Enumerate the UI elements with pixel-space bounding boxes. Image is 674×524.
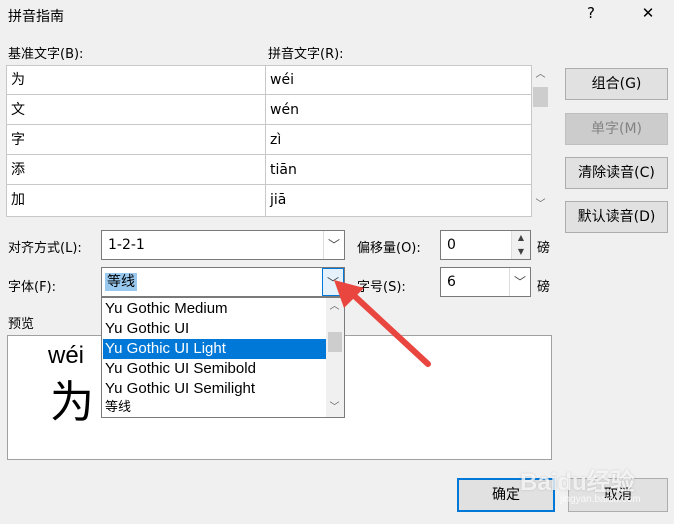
preview-label: 预览 <box>8 317 35 332</box>
font-dropdown-list: Yu Gothic Medium Yu Gothic UI Yu Gothic … <box>101 297 345 418</box>
pinyin-cell[interactable]: tiān <box>266 156 531 185</box>
scroll-thumb[interactable] <box>533 87 548 107</box>
pinyin-text-grid: wéi wén zì tiān jiā <box>265 65 532 217</box>
annotation-arrow <box>334 280 431 367</box>
clear-reading-button[interactable]: 清除读音(C) <box>565 157 668 189</box>
group-button[interactable]: 组合(G) <box>565 68 668 100</box>
align-label: 对齐方式(L): <box>8 241 82 256</box>
pinyin-cell[interactable]: jiā <box>266 186 531 215</box>
scroll-down-icon[interactable]: ﹀ <box>326 400 343 416</box>
pinyin-text-label: 拼音文字(R): <box>268 47 344 62</box>
offset-spinner[interactable]: 0 ▲ ▼ <box>440 230 531 260</box>
close-button[interactable]: ✕ <box>636 4 660 22</box>
help-button[interactable]: ? <box>579 4 603 22</box>
base-cell[interactable]: 为 <box>7 66 266 95</box>
font-option[interactable]: 等线 <box>103 398 327 418</box>
watermark-logo: Baidu经验 <box>520 469 635 496</box>
base-cell[interactable]: 加 <box>7 186 266 215</box>
font-label: 字体(F): <box>8 280 57 295</box>
pinyin-cell[interactable]: zì <box>266 126 531 155</box>
font-value: 等线 <box>105 273 137 291</box>
dialog-title: 拼音指南 <box>8 9 64 25</box>
pinyin-cell[interactable]: wén <box>266 96 531 125</box>
chevron-down-icon[interactable]: ﹀ <box>509 268 530 296</box>
scroll-down-icon[interactable]: ﹀ <box>532 197 549 213</box>
size-unit: 磅 <box>537 280 551 295</box>
align-select[interactable]: 1-2-1 ﹀ <box>101 230 345 260</box>
font-option[interactable]: Yu Gothic UI <box>103 319 327 339</box>
font-select[interactable]: 等线 ﹀ <box>101 267 345 297</box>
spin-down-icon[interactable]: ▼ <box>512 245 530 259</box>
default-reading-button[interactable]: 默认读音(D) <box>565 201 668 233</box>
base-cell[interactable]: 字 <box>7 126 266 155</box>
base-cell[interactable]: 文 <box>7 96 266 125</box>
pinyin-cell[interactable]: wéi <box>266 66 531 95</box>
single-char-button[interactable]: 单字(M) <box>565 113 668 145</box>
align-value: 1-2-1 <box>108 237 145 253</box>
offset-value: 0 <box>447 237 456 253</box>
offset-unit: 磅 <box>537 241 551 256</box>
font-option[interactable]: Yu Gothic UI Semibold <box>103 359 327 379</box>
offset-spin-buttons[interactable]: ▲ ▼ <box>511 231 530 259</box>
size-select[interactable]: 6 ﹀ <box>440 267 531 297</box>
size-value: 6 <box>447 274 456 290</box>
preview-char: 为 <box>50 377 94 428</box>
watermark-url: jingyan.baidu.com <box>560 494 641 505</box>
font-option[interactable]: Yu Gothic Medium <box>103 299 327 319</box>
font-option[interactable]: Yu Gothic UI Semilight <box>103 379 327 399</box>
font-option-selected[interactable]: Yu Gothic UI Light <box>103 339 327 359</box>
base-text-grid: 为 文 字 添 加 <box>6 65 267 217</box>
spin-up-icon[interactable]: ▲ <box>512 231 530 245</box>
chevron-down-icon[interactable]: ﹀ <box>323 231 344 259</box>
offset-label: 偏移量(O): <box>357 241 421 256</box>
grid-scrollbar[interactable]: ︿ ﹀ <box>532 65 549 215</box>
scroll-up-icon[interactable]: ︿ <box>532 67 549 83</box>
base-text-label: 基准文字(B): <box>8 47 84 62</box>
base-cell[interactable]: 添 <box>7 156 266 185</box>
